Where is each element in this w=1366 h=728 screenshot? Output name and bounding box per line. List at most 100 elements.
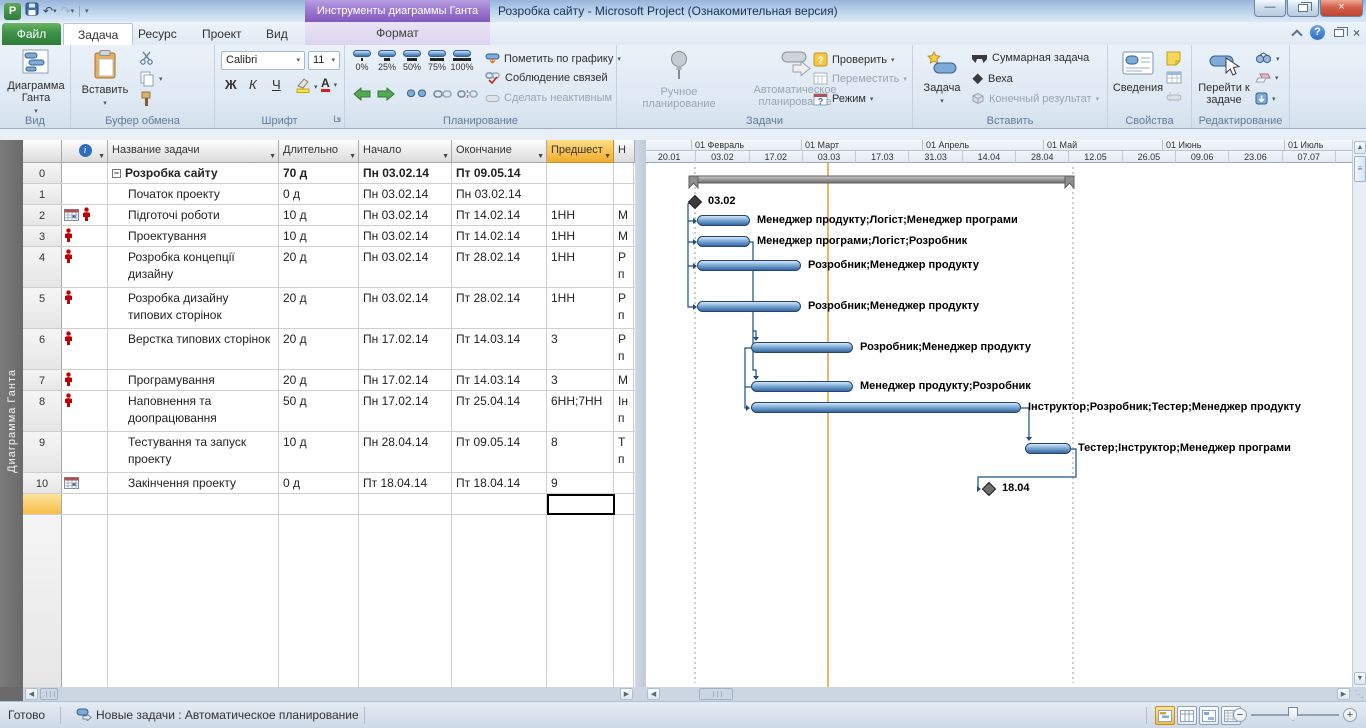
respect-links-button[interactable]: Соблюдение связей [485,72,608,84]
view-gantt-button[interactable] [1155,706,1175,725]
cell-num[interactable]: 5 [23,288,62,328]
cell-num[interactable]: 4 [23,247,62,287]
cell-ind[interactable] [62,473,108,493]
table-row[interactable]: 8 Наповнення та доопрацювання 50 д Пн 17.02… [23,391,635,432]
cell-name[interactable]: Підготочі роботи [108,205,279,225]
cell-num[interactable]: 6 [23,329,62,369]
cell-start[interactable]: Пн 17.02.14 [359,391,452,431]
cell-ind[interactable] [62,391,108,431]
cell-pred[interactable] [547,163,614,183]
font-family-select[interactable]: Calibri ▾ [221,51,305,70]
cell-fin[interactable]: Пт 25.04.14 [452,391,547,431]
chart-scroll-left-icon[interactable]: ◀ [647,688,660,700]
task-bar[interactable] [697,301,801,312]
cell-start[interactable]: Пн 17.02.14 [359,370,452,390]
tab-view[interactable]: Вид [252,23,302,45]
cell-pred[interactable]: 1НН [547,247,614,287]
cell-fin[interactable]: Пт 14.03.14 [452,329,547,369]
cell-ind[interactable] [62,370,108,390]
highlight-color-button[interactable]: ▾ [295,77,318,96]
inspect-task-button[interactable]: ? Проверить ▾ [813,52,895,67]
cell-num[interactable]: 9 [23,432,62,472]
cell-res[interactable]: М [614,226,634,246]
task-mode-button[interactable]: ? Режим ▾ [813,92,873,106]
font-color-button[interactable]: A ▾ [321,77,337,92]
vertical-scrollbar[interactable]: ▲ ≡ ▼ [1352,140,1366,687]
cell-dur[interactable] [279,494,359,514]
cell-name[interactable]: Наповнення та доопрацювання [108,391,279,431]
cell-start[interactable]: Пн 03.02.14 [359,163,452,183]
app-logo-icon[interactable]: P [4,2,21,20]
save-icon[interactable] [25,2,39,20]
cell-num[interactable] [23,494,62,514]
underline-button[interactable]: Ч [272,77,291,92]
table-row[interactable]: 2 Підготочі роботи 10 д Пн 03.02.14 Пт 14.02… [23,205,635,226]
cell-fin[interactable]: Пн 03.02.14 [452,184,547,204]
table-row[interactable]: 6 Верстка типових сторінок 20 д Пн 17.02.14… [23,329,635,370]
table-row[interactable]: 1 Початок проекту 0 д Пн 03.02.14 Пн 03.02.1… [23,184,635,205]
table-row[interactable]: 9 Тестування та запуск проекту 10 д Пн 28.0… [23,432,635,473]
scroll-down-icon[interactable]: ▼ [1354,672,1366,685]
cell-pred[interactable]: 9 [547,473,614,493]
cell-ind[interactable] [62,494,108,514]
cell-res[interactable] [614,184,634,204]
cell-num[interactable]: 10 [23,473,62,493]
table-scroll-right-icon[interactable]: ▶ [620,688,633,700]
clear-icon[interactable]: ▾ [1255,72,1279,84]
table-scroll-thumb[interactable] [40,688,58,700]
cell-res[interactable] [614,163,634,183]
cell-name[interactable]: Тестування та запуск проекту [108,432,279,472]
undo-dropdown-icon[interactable]: ▾ [53,7,57,14]
find-icon[interactable]: ▾ [1255,52,1280,65]
insert-task-button[interactable]: Задача ▾ [918,49,966,108]
cell-name[interactable]: Початок проекту [108,184,279,204]
header-duration[interactable]: Длительно ▼ [279,140,359,163]
link-tasks-button[interactable] [433,89,452,99]
unlink-tasks-button[interactable] [457,89,478,99]
cell-ind[interactable] [62,329,108,369]
insert-milestone-button[interactable]: Веха [971,72,1013,85]
cell-name[interactable]: Проектування [108,226,279,246]
cell-dur[interactable]: 0 д [279,184,359,204]
table-row[interactable]: 7 Програмування 20 д Пн 17.02.14 Пт 14.03.14… [23,370,635,391]
undo-button[interactable]: ↶▾ [43,3,57,20]
table-row[interactable]: 0 − Розробка сайту 70 д Пн 03.02.14 Пт 09.05.… [23,163,635,184]
view-team-planner-button[interactable] [1199,706,1219,725]
cell-pred[interactable]: 1НН [547,288,614,328]
customize-qat-icon[interactable]: ▾ [85,3,89,20]
cell-dur[interactable]: 20 д [279,288,359,328]
header-finish[interactable]: Окончание ▼ [452,140,547,163]
insert-summary-button[interactable]: Суммарная задача [971,52,1089,64]
cell-fin[interactable] [452,494,547,514]
cell-name[interactable] [108,494,279,514]
cell-res[interactable] [614,494,634,514]
cell-res[interactable] [614,473,634,493]
vertical-scroll-thumb[interactable]: ≡ [1354,156,1366,182]
cell-ind[interactable] [62,432,108,472]
tab-project[interactable]: Проект [188,23,256,45]
percent-50%-button[interactable]: 50% [400,50,424,72]
outdent-task-button[interactable] [353,87,371,101]
split-task-button[interactable] [407,89,426,98]
doc-restore-icon[interactable] [1333,26,1348,37]
insert-deliverable-button[interactable]: Конечный результат ▾ [971,92,1099,105]
cell-ind[interactable] [62,247,108,287]
percent-0%-button[interactable]: 0% [350,50,374,72]
cell-start[interactable]: Пн 03.02.14 [359,184,452,204]
cell-num[interactable]: 1 [23,184,62,204]
cell-ind[interactable] [62,163,108,183]
scroll-to-task-button[interactable]: Перейти к задаче [1196,49,1252,106]
font-size-select[interactable]: 11 ▾ [308,51,340,70]
cell-num[interactable]: 7 [23,370,62,390]
cell-pred[interactable]: 6НН;7НН [547,391,614,431]
italic-button[interactable]: К [249,77,267,92]
task-bar[interactable] [697,215,750,226]
cell-pred[interactable]: 3 [547,370,614,390]
header-predecessors[interactable]: Предшест ▼ [547,140,614,163]
cell-name[interactable]: Програмування [108,370,279,390]
cell-dur[interactable]: 50 д [279,391,359,431]
display-task-details-icon[interactable] [1166,71,1182,84]
percent-100%-button[interactable]: 100% [450,50,474,72]
cell-fin[interactable]: Пт 14.02.14 [452,226,547,246]
redo-dropdown-icon[interactable]: ▾ [71,7,75,14]
